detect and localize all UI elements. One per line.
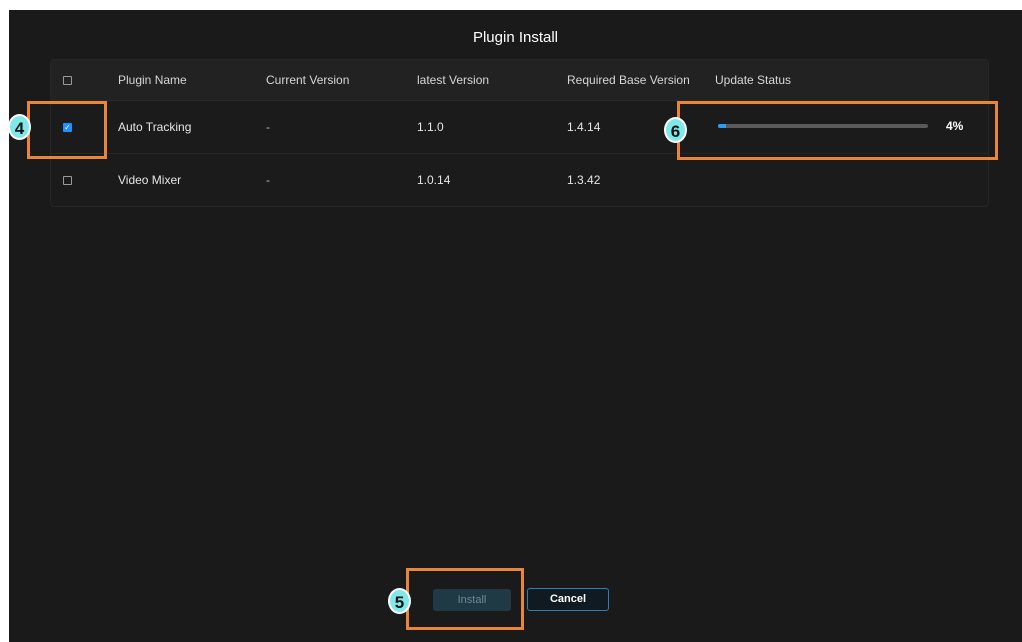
plugin-install-dialog: Plugin Install Plugin Name Current Versi… bbox=[9, 10, 1022, 642]
plugin-name: Auto Tracking bbox=[118, 120, 192, 134]
callout-badge-6: 6 bbox=[664, 117, 687, 143]
latest-version: 1.0.14 bbox=[417, 173, 451, 187]
column-header-required-base-version: Required Base Version bbox=[567, 73, 690, 87]
row-checkbox-video-mixer[interactable] bbox=[63, 176, 72, 185]
table-header: Plugin Name Current Version latest Versi… bbox=[51, 60, 988, 101]
column-header-current-version: Current Version bbox=[266, 73, 350, 87]
required-base-version: 1.3.42 bbox=[567, 173, 601, 187]
plugin-table: Plugin Name Current Version latest Versi… bbox=[50, 59, 989, 207]
update-progress-fill bbox=[718, 124, 727, 128]
cancel-button[interactable]: Cancel bbox=[527, 588, 609, 611]
callout-badge-4: 4 bbox=[8, 114, 31, 140]
column-header-update-status: Update Status bbox=[715, 73, 792, 87]
table-row[interactable]: ✓ Auto Tracking - 1.1.0 1.4.14 4% bbox=[51, 101, 988, 154]
table-row[interactable]: Video Mixer - 1.0.14 1.3.42 bbox=[51, 154, 988, 206]
required-base-version: 1.4.14 bbox=[567, 120, 601, 134]
update-progress-percent: 4% bbox=[946, 119, 964, 133]
update-progress-bar bbox=[718, 124, 928, 128]
latest-version: 1.1.0 bbox=[417, 120, 444, 134]
column-header-plugin-name: Plugin Name bbox=[118, 73, 187, 87]
current-version: - bbox=[266, 120, 270, 134]
select-all-checkbox[interactable] bbox=[63, 76, 72, 85]
install-button[interactable]: Install bbox=[433, 589, 511, 611]
plugin-name: Video Mixer bbox=[118, 173, 182, 187]
row-checkbox-auto-tracking[interactable]: ✓ bbox=[63, 123, 72, 132]
column-header-latest-version: latest Version bbox=[417, 73, 490, 87]
dialog-title: Plugin Install bbox=[472, 29, 559, 46]
callout-badge-5: 5 bbox=[388, 588, 411, 614]
current-version: - bbox=[266, 173, 270, 187]
